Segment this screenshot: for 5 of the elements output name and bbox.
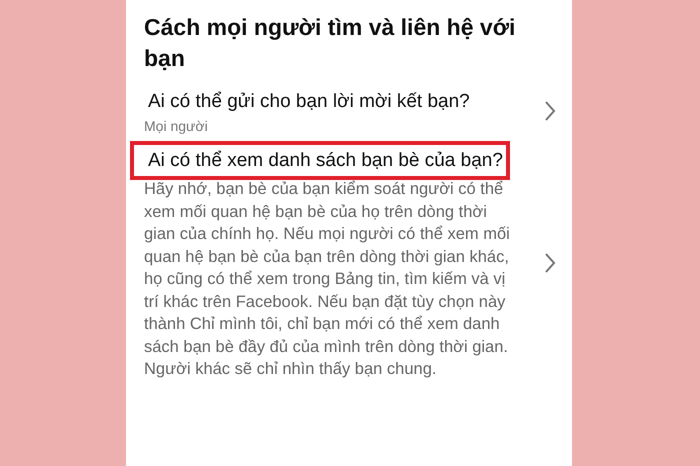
setting-title[interactable]: Ai có thể xem danh sách bạn bè của bạn? xyxy=(130,141,510,180)
setting-description: Hãy nhớ, bạn bè của bạn kiểm soát người có thể xem mối quan hệ bạn bè của họ trên dòng thời gian của chính họ. Nếu mọi người có thể xem mối quan hệ bạn bè của bạn trên dòng thời gian khác, họ cũng có thể xem trong Bảng tin, tìm kiếm và vị trí khác trên Facebook. Nếu bạn đặt tùy chọn này thành Chỉ mình tôi, chỉ bạn mới có thể xem danh sách bạn bè đầy đủ của mình trên dòng thời gian. Người khác sẽ chỉ nhìn thấy bạn chung. xyxy=(144,179,511,380)
chevron-icon[interactable] xyxy=(544,100,556,122)
chevron-icon[interactable] xyxy=(544,252,556,274)
section-title: Cách mọi người tìm và liên hệ với bạn xyxy=(144,13,516,73)
